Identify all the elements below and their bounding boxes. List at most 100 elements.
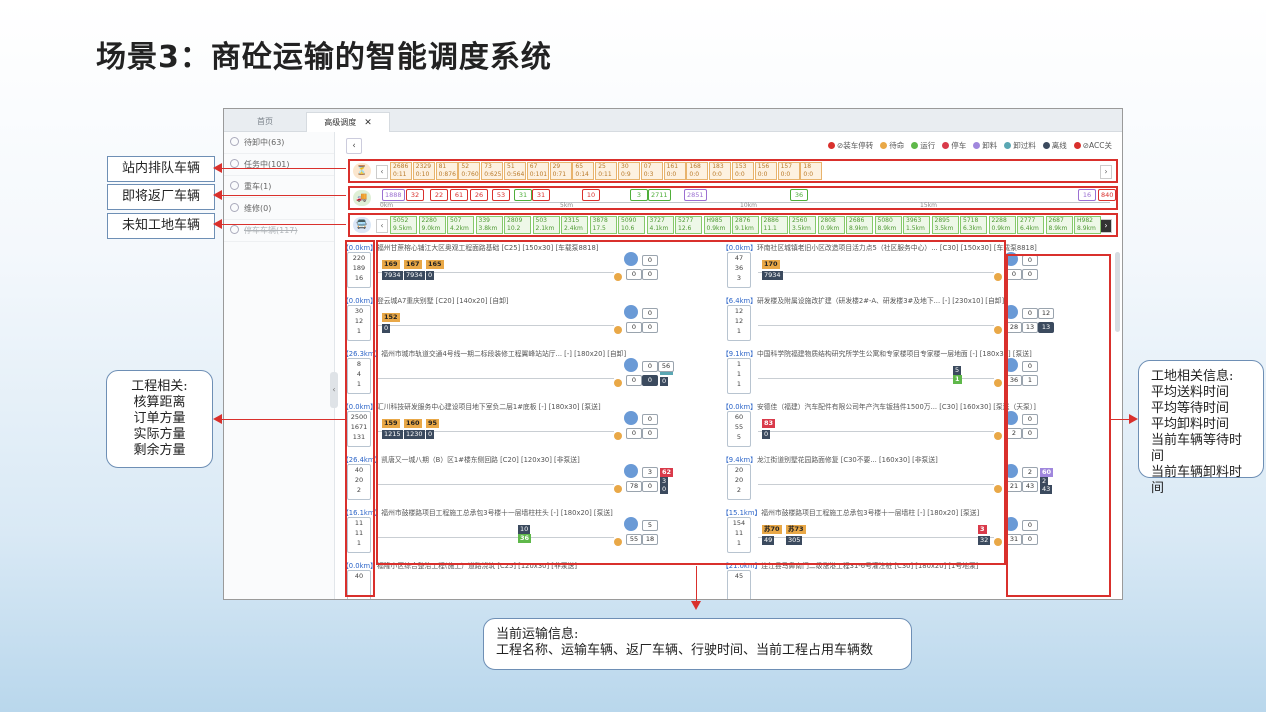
close-icon[interactable]: ✕	[364, 118, 372, 128]
unknown-vehicle-chip[interactable]: 3963 1.5km	[903, 216, 930, 234]
project-card[interactable]: 【0.0km】福隆小区综合整治工程(施工）道路浇筑 [C25] [120x30]…	[342, 560, 710, 599]
truck-badge[interactable]: 49	[762, 536, 775, 545]
truck-badge[interactable]: 305	[786, 536, 803, 545]
unknown-vehicle-chip[interactable]: 503 2.1km	[532, 216, 560, 234]
queue-vehicle-chip[interactable]: 73 0:625	[481, 162, 504, 180]
project-card[interactable]: 【0.0km】环南社区城镇老旧小区改造项目活力点5（社区服务中心）... [C3…	[722, 242, 1090, 290]
project-card[interactable]: 【26.3km】福州市城市轨道交通4号线一期二标段装修工程翼峰站站厅... [-…	[342, 348, 710, 396]
scroll-left-button[interactable]: ‹	[376, 219, 388, 233]
unknown-vehicle-chip[interactable]: 2777 6.4km	[1017, 216, 1044, 234]
queue-vehicle-chip[interactable]: 2329 0:10	[412, 162, 435, 180]
queue-vehicle-chip[interactable]: 157 0:0	[777, 162, 800, 180]
returning-truck-pin[interactable]: 10	[582, 189, 600, 201]
returning-truck-pin[interactable]: 3	[630, 189, 648, 201]
queue-vehicle-chip[interactable]: 18 0:0	[800, 162, 823, 180]
returning-truck-pin[interactable]: 36	[790, 189, 808, 201]
returning-truck-pin[interactable]: 31	[532, 189, 550, 201]
unknown-vehicle-chip[interactable]: 2886 11.1	[760, 216, 788, 234]
truck-badge[interactable]: 苏70	[762, 525, 782, 534]
truck-badge[interactable]: 159	[382, 419, 400, 428]
tab-advanced-dispatch[interactable]: 高级调度 ✕	[306, 112, 390, 132]
queue-vehicle-chip[interactable]: 52 0:760	[458, 162, 481, 180]
queue-vehicle-chip[interactable]: 67 0:101	[526, 162, 549, 180]
truck-badge[interactable]: 3	[978, 525, 987, 534]
unknown-vehicle-chip[interactable]: 2895 3.5km	[931, 216, 959, 234]
sidebar-item-repair[interactable]: 维修(0)	[224, 198, 334, 220]
unknown-vehicle-chip[interactable]: 3727 4.1km	[646, 216, 674, 234]
queue-vehicle-chip[interactable]: 161 0:0	[663, 162, 686, 180]
returning-truck-pin[interactable]: 26	[470, 189, 488, 201]
unknown-vehicle-chip[interactable]: 5080 8.9km	[874, 216, 902, 234]
truck-badge[interactable]: 0	[660, 485, 669, 494]
truck-badge[interactable]: 7934	[382, 271, 403, 280]
returning-truck-pin[interactable]: 2711	[648, 189, 671, 201]
returning-truck-pin[interactable]: 32	[406, 189, 424, 201]
truck-badge[interactable]: 170	[762, 260, 780, 269]
queue-vehicle-chip[interactable]: 168 0:0	[686, 162, 709, 180]
truck-badge[interactable]: 7934	[762, 271, 783, 280]
truck-badge[interactable]: 165	[426, 260, 444, 269]
project-card[interactable]: 【9.4km】龙江街道别墅花园路面修复 [C30不要... [160x30] […	[722, 454, 1090, 502]
unknown-vehicle-chip[interactable]: 3878 17.5	[589, 216, 617, 234]
truck-badge[interactable]: 0	[382, 324, 391, 333]
project-card[interactable]: 【9.1km】中国科学院福建物质结构研究所学生公寓和专家楼项目专家楼一层地面 […	[722, 348, 1090, 396]
project-card[interactable]: 【0.0km】汇川科技研发服务中心建设项目地下室负二层1#底板 [-] [180…	[342, 401, 710, 449]
unknown-vehicle-chip[interactable]: 2280 9.0km	[418, 216, 446, 234]
scroll-right-button[interactable]: ›	[1100, 165, 1112, 179]
project-card[interactable]: 【15.1km】福州市鼓楼路项目工程施工总承包3号楼十一层墙柱 [-] [180…	[722, 507, 1090, 555]
truck-badge[interactable]: 95	[426, 419, 440, 428]
queue-vehicle-chip[interactable]: 07 0:3	[640, 162, 663, 180]
project-card[interactable]: 【0.0km】登云城A7重庆别墅 [C20] [140x20] [自卸] 30 12…	[342, 295, 710, 343]
queue-vehicle-chip[interactable]: 2686 0:11	[390, 162, 412, 180]
unknown-vehicle-chip[interactable]: 2560 3.5km	[789, 216, 816, 234]
unknown-vehicle-chip[interactable]: 2809 10.2	[504, 216, 531, 234]
truck-badge[interactable]: 1230	[404, 430, 425, 439]
truck-badge[interactable]: 0	[426, 271, 435, 280]
project-card[interactable]: 【0.0km】福州甘蔗榕心铺江大区奥观工程面路基础 [C25] [150x30]…	[342, 242, 710, 290]
returning-truck-pin[interactable]: 1888	[382, 189, 405, 201]
truck-badge[interactable]: 苏73	[786, 525, 806, 534]
unknown-vehicle-chip[interactable]: 2315 2.4km	[561, 216, 588, 234]
returning-truck-pin[interactable]: 16	[1078, 189, 1096, 201]
truck-badge[interactable]: 1215	[382, 430, 403, 439]
returning-truck-pin[interactable]: 840	[1098, 189, 1117, 201]
queue-vehicle-chip[interactable]: 51 0:564	[504, 162, 526, 180]
unknown-vehicle-chip[interactable]: 2876 9.1km	[732, 216, 759, 234]
project-card[interactable]: 【0.0km】安德佳（福建）汽车配件有限公司年产汽车钣挡件1500万... [C…	[722, 401, 1090, 449]
unknown-vehicle-chip[interactable]: 5090 10.6	[618, 216, 645, 234]
project-card[interactable]: 【6.4km】研发楼及附属设施改扩建（研发楼2#-A、研发楼3#及地下... […	[722, 295, 1090, 343]
project-card[interactable]: 【16.1km】福州市鼓楼路项目工程施工总承包3号楼十一层墙柱柱头 [-] [1…	[342, 507, 710, 555]
truck-badge[interactable]: 83	[762, 419, 776, 428]
truck-badge[interactable]: 160	[404, 419, 422, 428]
back-button[interactable]: ‹	[346, 138, 362, 154]
truck-badge[interactable]: 0	[660, 377, 669, 386]
truck-badge[interactable]: 60	[1040, 468, 1054, 477]
scroll-left-button[interactable]: ‹	[376, 165, 388, 179]
truck-badge[interactable]: 7934	[404, 271, 425, 280]
project-card[interactable]: 【21.0km】连江县马鼻南门二级涨港工程31-6号灌注桩 [C30] [180…	[722, 560, 1090, 599]
queue-vehicle-chip[interactable]: 30 0:9	[618, 162, 640, 180]
queue-vehicle-chip[interactable]: 81 0:876	[435, 162, 458, 180]
truck-badge[interactable]: 0	[762, 430, 771, 439]
queue-vehicle-chip[interactable]: 153 0:0	[732, 162, 754, 180]
returning-truck-pin[interactable]: 61	[450, 189, 468, 201]
queue-vehicle-chip[interactable]: 183 0:0	[709, 162, 732, 180]
sidebar-item-in-task[interactable]: 任务中(101)	[224, 154, 334, 176]
unknown-vehicle-chip[interactable]: 2288 0.9km	[988, 216, 1016, 234]
vertical-scrollbar[interactable]	[1115, 252, 1120, 332]
truck-badge[interactable]: 32	[978, 536, 991, 545]
returning-truck-pin[interactable]: 53	[492, 189, 510, 201]
project-card[interactable]: 【26.4km】凯唐又一城八期（B）区1#楼东侧回路 [C20] [120x30…	[342, 454, 710, 502]
returning-truck-pin[interactable]: 31	[514, 189, 532, 201]
returning-truck-pin[interactable]: 2851	[684, 189, 707, 201]
sidebar-item-unloading[interactable]: 待卸中(63)	[224, 132, 334, 154]
truck-badge[interactable]: 0	[426, 430, 435, 439]
truck-badge[interactable]: 1	[953, 375, 962, 384]
unknown-vehicle-chip[interactable]: 507 4.2km	[447, 216, 474, 234]
unknown-vehicle-chip[interactable]: 2687 8.9km	[1045, 216, 1073, 234]
sidebar-collapse-handle[interactable]: ‹	[330, 372, 338, 408]
truck-badge[interactable]: 169	[382, 260, 400, 269]
unknown-vehicle-chip[interactable]: 5718 6.3km	[960, 216, 987, 234]
queue-vehicle-chip[interactable]: 65 0:14	[572, 162, 595, 180]
unknown-vehicle-chip[interactable]: 5277 12.6	[675, 216, 702, 234]
